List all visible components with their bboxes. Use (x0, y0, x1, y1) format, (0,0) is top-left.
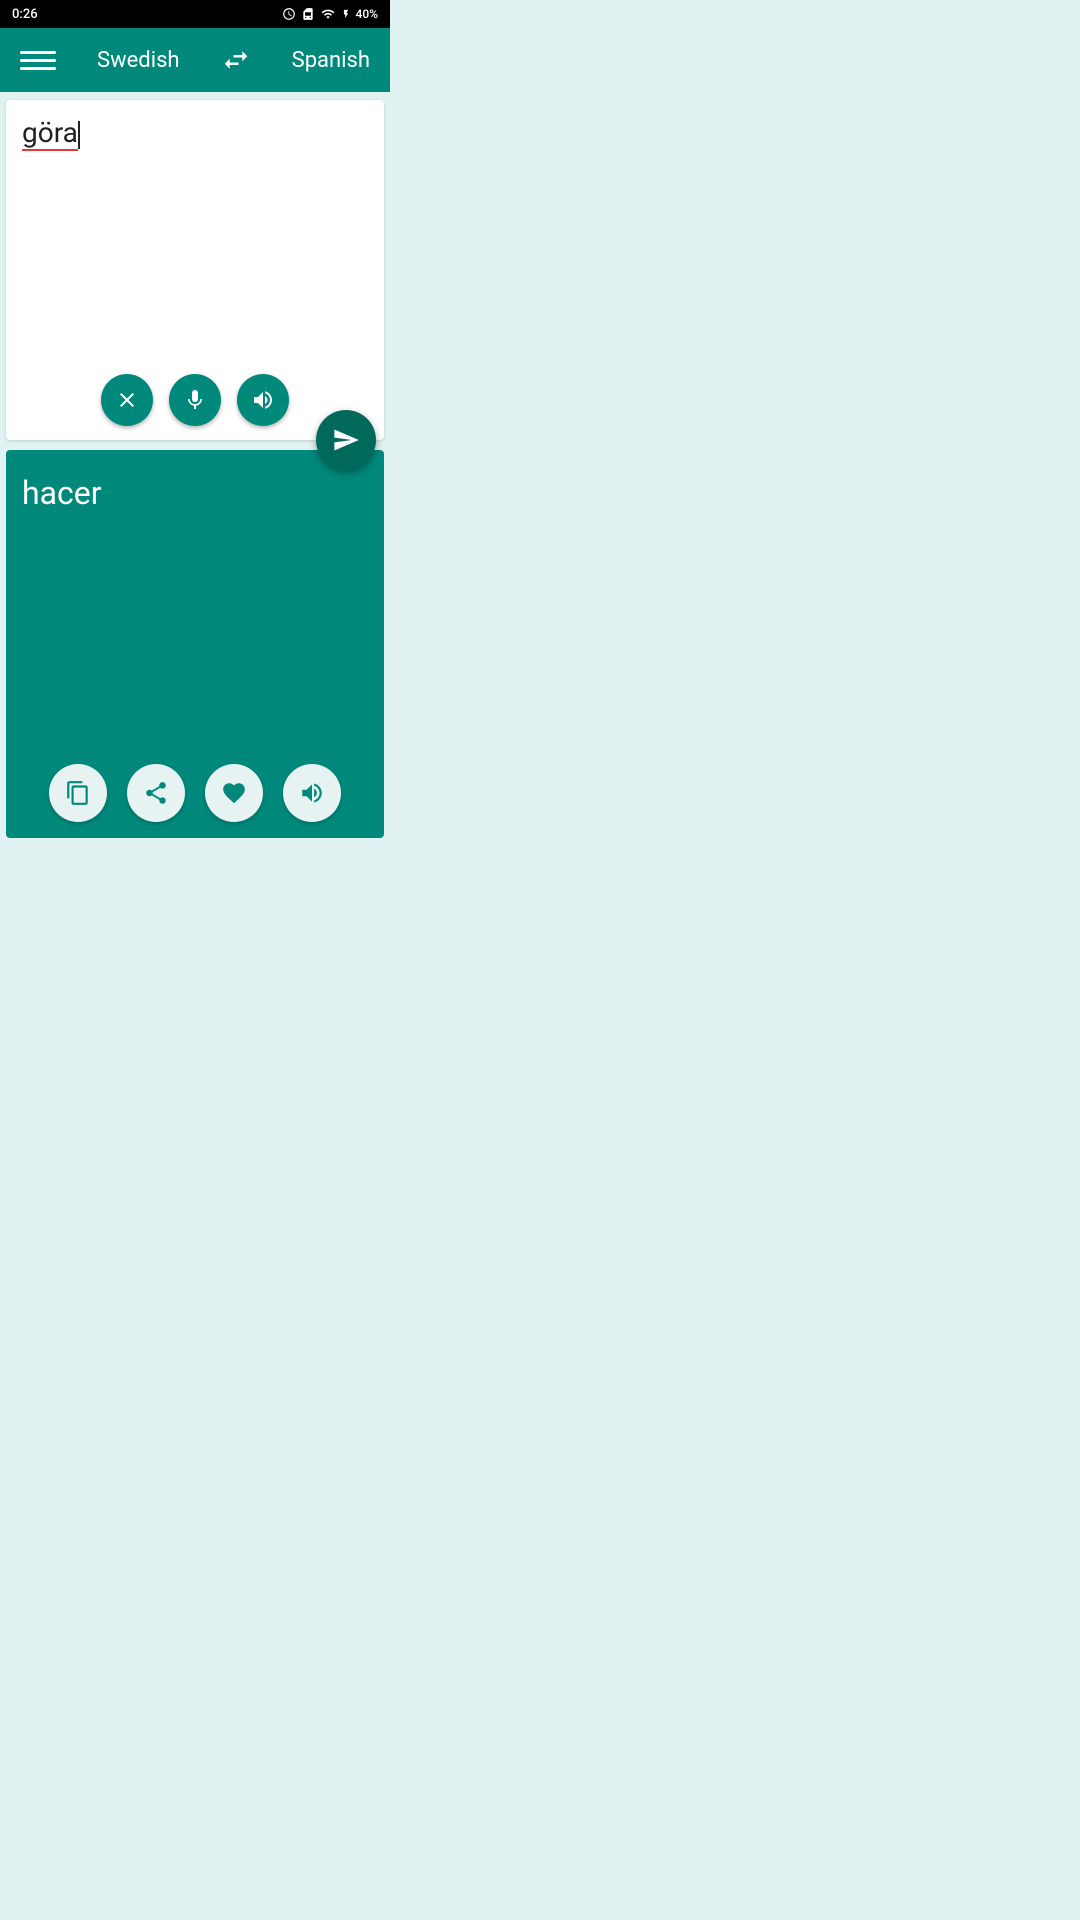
status-icons: 40% (282, 7, 378, 21)
panels-wrapper: göra (0, 92, 390, 844)
status-bar: 0:26 40% (0, 0, 390, 28)
status-time: 0:26 (12, 7, 38, 22)
microphone-button[interactable] (169, 374, 221, 426)
output-panel: hacer (6, 450, 384, 838)
speak-output-button[interactable] (283, 764, 341, 822)
copy-button[interactable] (49, 764, 107, 822)
output-actions (49, 764, 341, 822)
sim-icon (301, 7, 315, 21)
translate-button[interactable] (316, 410, 376, 470)
battery-text: 40% (356, 7, 378, 21)
menu-button[interactable] (20, 51, 56, 70)
time-display: 0:26 (12, 7, 38, 22)
signal-icon (320, 7, 336, 21)
clear-button[interactable] (101, 374, 153, 426)
source-language[interactable]: Swedish (97, 48, 180, 73)
input-actions (101, 374, 289, 426)
output-text: hacer (22, 474, 102, 512)
main-content: göra (0, 92, 390, 844)
swap-languages-button[interactable] (221, 45, 251, 75)
charging-icon (341, 7, 351, 21)
input-text-area[interactable]: göra (22, 116, 368, 356)
speak-input-button[interactable] (237, 374, 289, 426)
text-cursor (78, 121, 80, 149)
input-panel: göra (6, 100, 384, 440)
favorite-button[interactable] (205, 764, 263, 822)
input-word: göra (22, 116, 78, 151)
target-language[interactable]: Spanish (292, 48, 370, 73)
toolbar: Swedish Spanish (0, 28, 390, 92)
share-button[interactable] (127, 764, 185, 822)
alarm-icon (282, 7, 296, 21)
